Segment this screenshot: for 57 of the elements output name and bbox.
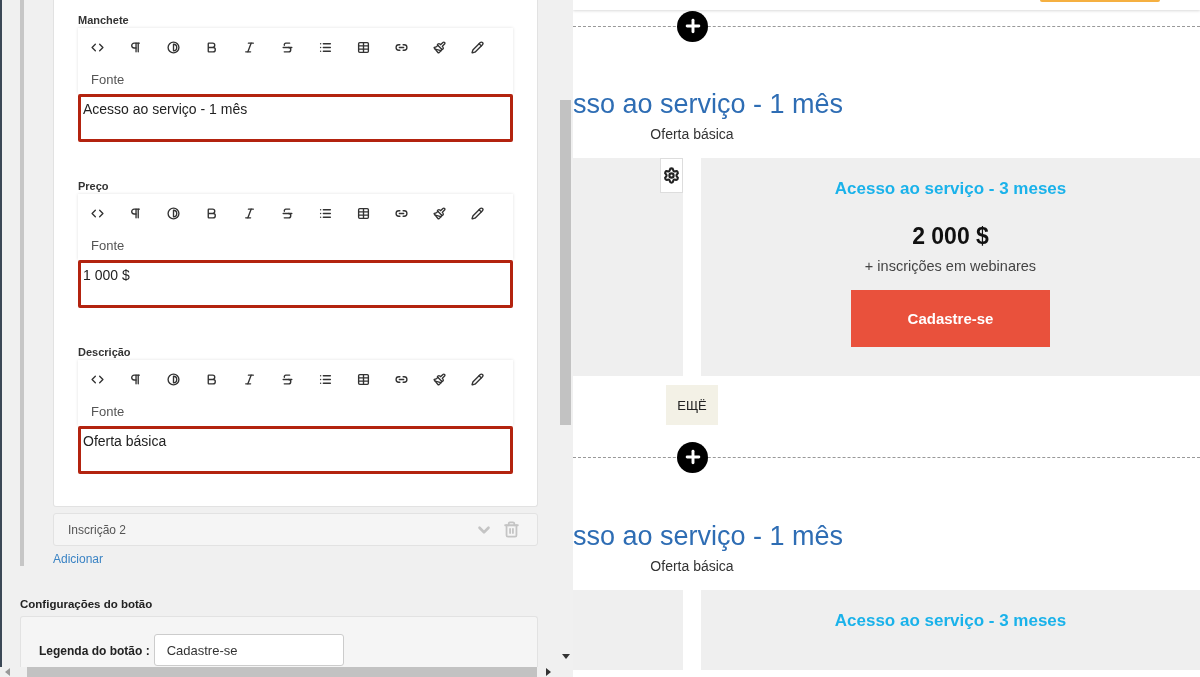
- contrast-icon[interactable]: [167, 206, 180, 220]
- bold-icon[interactable]: [205, 372, 218, 386]
- section-heading: sso ao serviço - 1 mês: [573, 520, 845, 552]
- pencil-icon[interactable]: [471, 372, 484, 386]
- brush-icon[interactable]: [433, 40, 446, 54]
- bold-icon[interactable]: [205, 40, 218, 54]
- scroll-down-icon[interactable]: [562, 654, 570, 659]
- strikethrough-icon[interactable]: [281, 372, 294, 386]
- more-button[interactable]: ЕЩЁ: [666, 385, 718, 425]
- card-price: 2 000 $: [912, 223, 989, 250]
- source-label[interactable]: Fonte: [78, 66, 513, 94]
- list-icon[interactable]: [319, 372, 332, 386]
- pilcrow-icon[interactable]: [129, 372, 142, 386]
- table-icon[interactable]: [357, 40, 370, 54]
- card-title: Acesso ao serviço - 3 meses: [834, 179, 1067, 199]
- contrast-icon[interactable]: [167, 40, 180, 54]
- source-label[interactable]: Fonte: [78, 398, 513, 426]
- field-label: Preço: [78, 179, 110, 194]
- card-note: + inscrições em webinares: [864, 258, 1037, 274]
- section-subtitle: Oferta básica: [649, 558, 735, 574]
- field-label: Manchete: [78, 13, 130, 28]
- add-link[interactable]: Adicionar: [53, 552, 104, 566]
- section-heading: sso ao serviço - 1 mês: [573, 88, 845, 120]
- brush-icon[interactable]: [433, 372, 446, 386]
- add-section-button[interactable]: [677, 441, 708, 473]
- italic-icon[interactable]: [243, 40, 256, 54]
- section-title: Configurações do botão: [20, 598, 154, 610]
- add-section-button[interactable]: [677, 10, 708, 42]
- text-field[interactable]: Oferta básica: [78, 426, 513, 474]
- item-title: Inscrição 2: [68, 522, 128, 537]
- list-icon[interactable]: [319, 40, 332, 54]
- strikethrough-icon[interactable]: [281, 40, 294, 54]
- contrast-icon[interactable]: [167, 372, 180, 386]
- table-icon[interactable]: [357, 372, 370, 386]
- italic-icon[interactable]: [243, 372, 256, 386]
- text-field[interactable]: Acesso ao serviço - 1 mês: [78, 94, 513, 142]
- strikethrough-icon[interactable]: [281, 206, 294, 220]
- pilcrow-icon[interactable]: [129, 40, 142, 54]
- scroll-right-icon[interactable]: [546, 668, 551, 676]
- signup-button[interactable]: Cadastre-se: [851, 290, 1050, 347]
- pencil-icon[interactable]: [471, 40, 484, 54]
- caption-label: Legenda do botão :: [39, 644, 150, 658]
- table-icon[interactable]: [357, 206, 370, 220]
- section-subtitle: Oferta básica: [649, 126, 735, 142]
- italic-icon[interactable]: [243, 206, 256, 220]
- caption-input[interactable]: Cadastre-se: [153, 634, 344, 666]
- field-label: Descrição: [78, 345, 132, 360]
- card-title: Acesso ao serviço - 3 meses: [834, 611, 1067, 631]
- brush-icon[interactable]: [433, 206, 446, 220]
- text-field[interactable]: 1 000 $: [78, 260, 513, 308]
- gear-icon: [663, 167, 680, 184]
- bold-icon[interactable]: [205, 206, 218, 220]
- list-icon[interactable]: [319, 206, 332, 220]
- pencil-icon[interactable]: [471, 206, 484, 220]
- source-label[interactable]: Fonte: [78, 232, 513, 260]
- pilcrow-icon[interactable]: [129, 206, 142, 220]
- settings-button[interactable]: [660, 158, 683, 193]
